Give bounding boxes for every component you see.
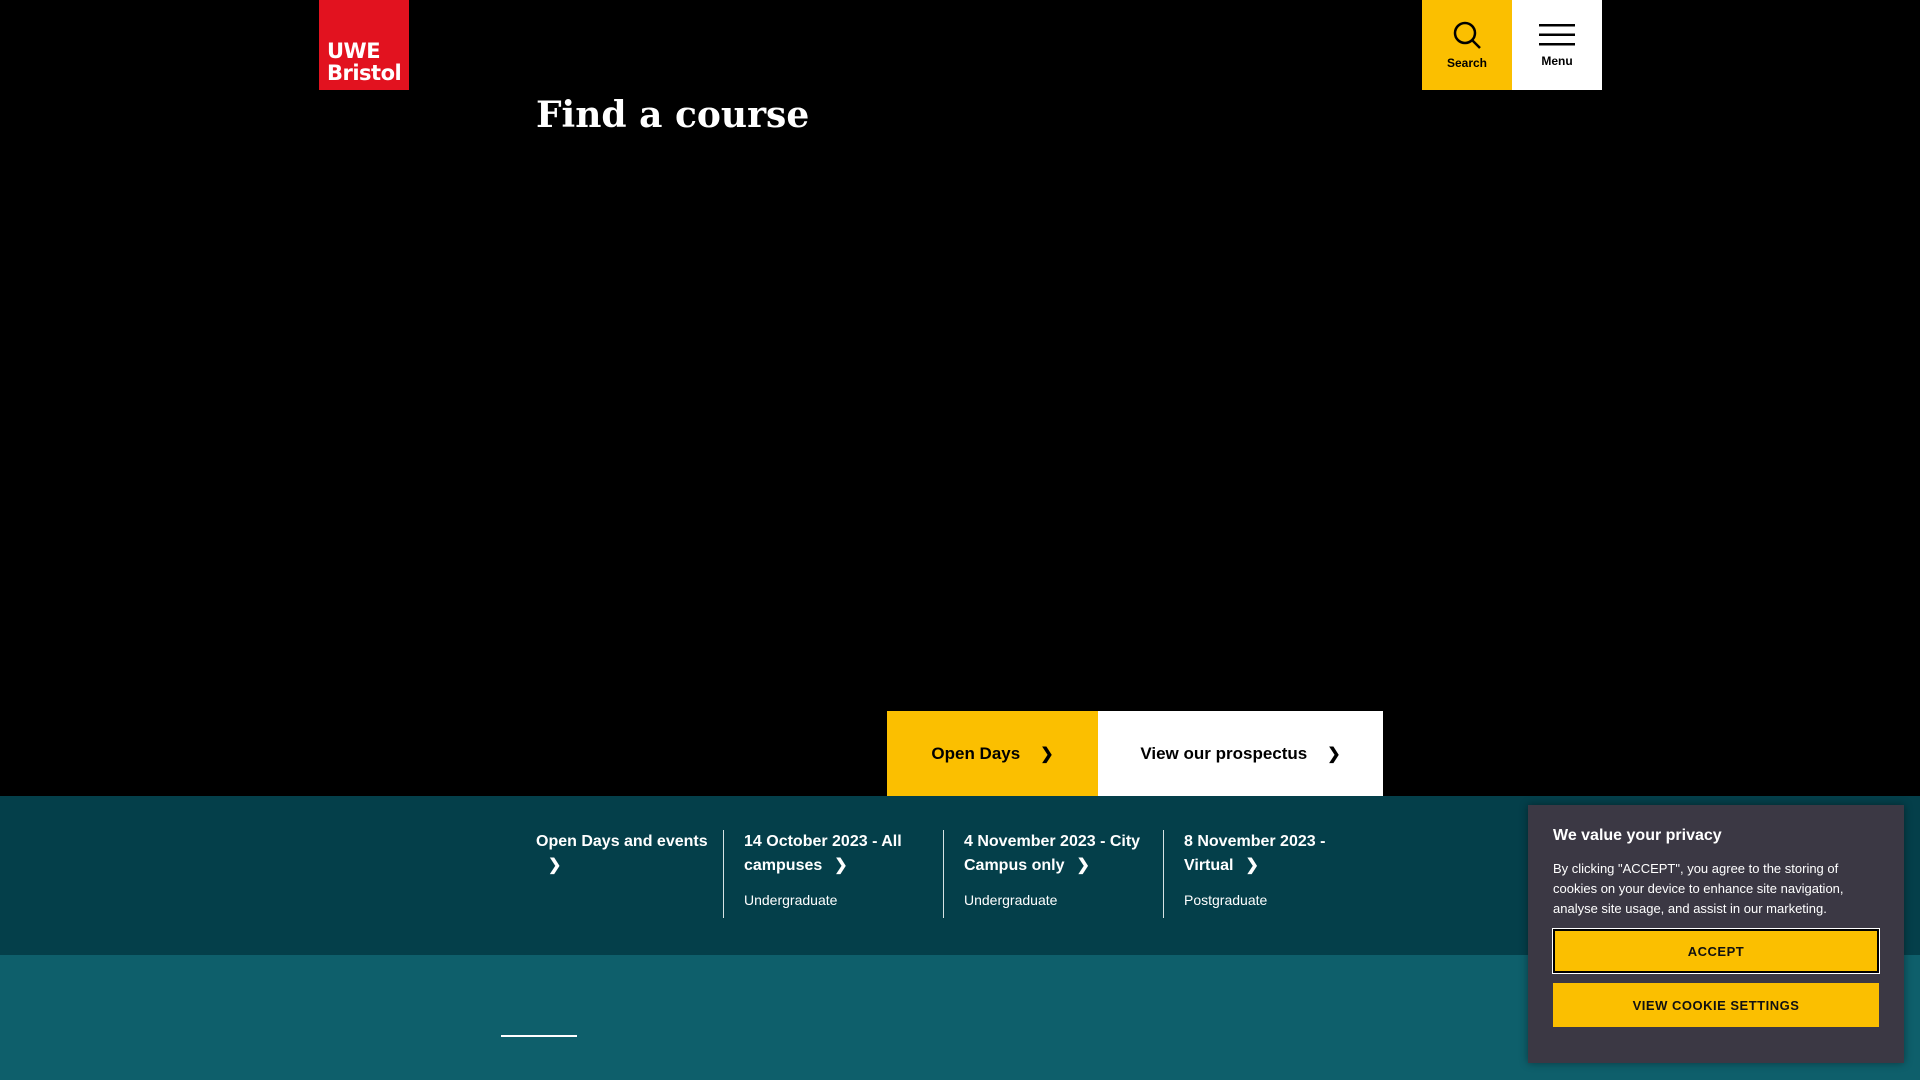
chevron-right-icon: ❯	[1327, 745, 1341, 763]
event-level: Undergraduate	[744, 892, 838, 908]
accept-cookies-button[interactable]: ACCEPT	[1552, 928, 1880, 974]
menu-label: Menu	[1541, 54, 1573, 68]
search-icon	[1453, 21, 1481, 49]
event-link[interactable]: 14 October 2023 - All campuses ❯	[744, 830, 943, 878]
cookie-description: By clicking "ACCEPT", you agree to the s…	[1553, 861, 1844, 916]
search-label: Search	[1446, 56, 1488, 70]
chevron-right-icon: ❯	[548, 857, 562, 874]
section-divider	[501, 1035, 577, 1037]
find-course-heading: Find a course	[536, 94, 810, 136]
event-link[interactable]: 4 November 2023 - City Campus only ❯	[964, 830, 1163, 878]
cookie-settings-button[interactable]: VIEW COOKIE SETTINGS	[1553, 983, 1879, 1027]
open-days-button[interactable]: Open Days ❯	[887, 711, 1098, 796]
hamburger-icon	[1539, 24, 1575, 46]
logo-line-uwe: UWE	[327, 39, 381, 63]
chevron-right-icon: ❯	[1040, 745, 1054, 763]
event-item: 14 October 2023 - All campuses ❯ Undergra…	[723, 830, 943, 918]
chevron-right-icon: ❯	[834, 857, 848, 874]
prospectus-label: View our prospectus	[1140, 743, 1308, 763]
logo-line-bristol: Bristol	[327, 61, 402, 85]
search-button[interactable]: Search	[1422, 0, 1512, 90]
view-prospectus-button[interactable]: View our prospectus ❯	[1098, 711, 1383, 796]
events-heading-link[interactable]: Open Days and events❯	[536, 830, 724, 918]
events-heading[interactable]: Open Days and events❯	[536, 830, 724, 878]
chevron-right-icon: ❯	[1076, 857, 1090, 874]
event-item: 4 November 2023 - City Campus only ❯ Unde…	[943, 830, 1163, 918]
open-days-label: Open Days	[931, 743, 1021, 763]
event-item: 8 November 2023 - Virtual ❯ Postgraduate	[1163, 830, 1363, 918]
chevron-right-icon: ❯	[1245, 857, 1259, 874]
uwe-bristol-logo[interactable]: UWE Bristol	[319, 0, 409, 90]
event-level: Postgraduate	[1184, 892, 1268, 908]
event-level: Undergraduate	[964, 892, 1058, 908]
cookie-banner: We value your privacy By clicking "ACCEP…	[1528, 805, 1904, 1063]
event-link[interactable]: 8 November 2023 - Virtual ❯	[1184, 830, 1363, 878]
menu-button[interactable]: Menu	[1512, 0, 1602, 90]
cookie-title: We value your privacy	[1553, 827, 1722, 844]
